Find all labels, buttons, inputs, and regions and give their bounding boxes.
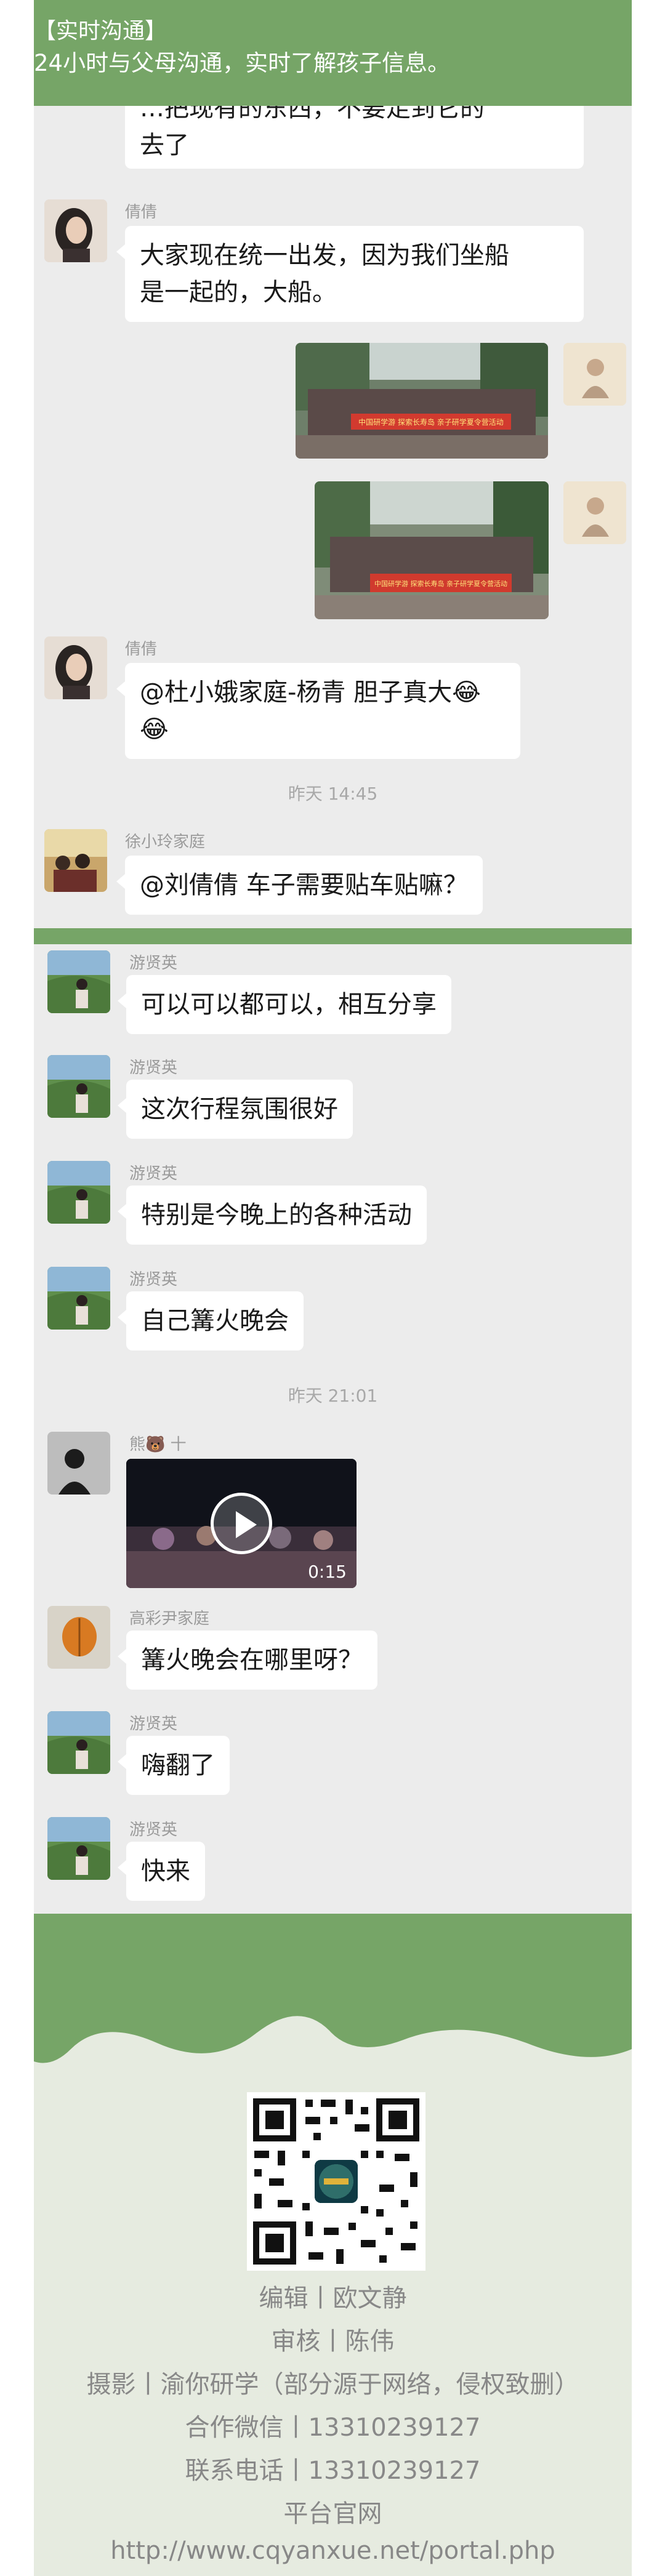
avatar-landscape-icon <box>47 1055 110 1118</box>
footer-reviewer: 审核丨陈伟 <box>271 2327 395 2356</box>
sender-name: 游贤英 <box>129 1270 178 1289</box>
footer-phone: 联系电话丨13310239127 <box>185 2457 481 2485</box>
bubble-line: @杜小娥家庭-杨青 胆子真大😂 <box>140 674 506 711</box>
svg-text:中国研学游 探索长寿岛 亲子研学夏令营活动: 中国研学游 探索长寿岛 亲子研学夏令营活动 <box>358 417 504 427</box>
avatar-silhouette-icon <box>47 1432 110 1495</box>
avatar[interactable] <box>44 829 107 892</box>
avatar-figure-icon <box>563 481 626 544</box>
qr-code-image <box>247 2092 425 2271</box>
avatar-landscape-icon <box>47 1161 110 1224</box>
chat-bubble[interactable]: 可以可以都可以，相互分享 <box>118 975 451 1034</box>
section-divider <box>34 928 632 944</box>
chat-bubble[interactable]: 自己篝火晚会 <box>118 1291 304 1350</box>
sender-name: 熊🐻 十 <box>129 1435 187 1454</box>
sender-name: 倩倩 <box>125 640 158 659</box>
qr-code[interactable] <box>247 2092 425 2271</box>
sender-name: 高彩尹家庭 <box>129 1610 210 1628</box>
sender-name: 游贤英 <box>129 1821 178 1839</box>
avatar-family-icon <box>44 829 107 892</box>
avatar-landscape-icon <box>47 1817 110 1880</box>
group-photo-image: 中国研学游 探索长寿岛 亲子研学夏令营活动 <box>296 343 548 459</box>
avatar[interactable] <box>47 1161 110 1224</box>
bubble-text: @杜小娥家庭-杨青 胆子真大 <box>140 678 453 707</box>
avatar[interactable] <box>47 1267 110 1330</box>
header-banner: 【实时沟通】 24小时与父母沟通，实时了解孩子信息。 <box>34 0 632 106</box>
avatar-landscape-icon <box>47 950 110 1013</box>
sender-name: 游贤英 <box>129 1165 178 1183</box>
footer-wave <box>34 1975 632 2086</box>
chat-bubble-partial: …把现有的东西，不要走到它的 去了 <box>125 106 584 169</box>
video-duration: 0:15 <box>308 1562 347 1582</box>
sender-name: 游贤英 <box>129 954 178 973</box>
avatar-figure-icon <box>563 343 626 406</box>
chat-timestamp: 昨天 21:01 <box>288 1386 378 1406</box>
chat-bubble[interactable]: 特别是今晚上的各种活动 <box>118 1186 427 1245</box>
bubble-line: 是一起的，大船。 <box>140 278 337 307</box>
avatar[interactable] <box>44 636 107 699</box>
avatar[interactable] <box>47 1055 110 1118</box>
avatar-self[interactable] <box>563 343 626 406</box>
footer-editor: 编辑丨欧文静 <box>259 2284 407 2313</box>
wave-decoration <box>34 1975 632 2086</box>
chat-bubble[interactable]: @杜小娥家庭-杨青 胆子真大😂 😂 <box>116 663 520 759</box>
footer-wechat: 合作微信丨13310239127 <box>185 2413 481 2442</box>
sender-name: 游贤英 <box>129 1715 178 1733</box>
chat-bubble[interactable]: 嗨翻了 <box>118 1736 230 1795</box>
header-title: 【实时沟通】 <box>34 18 167 44</box>
avatar-landscape-icon <box>47 1267 110 1330</box>
sender-name: 倩倩 <box>125 203 158 222</box>
avatar-woman-icon <box>44 636 107 699</box>
laugh-cry-emoji-icon: 😂 <box>140 715 169 744</box>
avatar-landscape-icon <box>47 1711 110 1774</box>
avatar[interactable] <box>47 1711 110 1774</box>
avatar-leaf-icon <box>47 1606 110 1669</box>
play-icon[interactable] <box>211 1493 272 1554</box>
avatar-woman-icon <box>44 199 107 262</box>
footer-band <box>34 1914 632 1975</box>
chat-bubble[interactable]: @刘倩倩 车子需要贴车贴嘛？ <box>116 856 483 915</box>
header-subtitle: 24小时与父母沟通，实时了解孩子信息。 <box>34 50 451 76</box>
svg-text:中国研学游 探索长寿岛 亲子研学夏令营活动: 中国研学游 探索长寿岛 亲子研学夏令营活动 <box>374 579 507 588</box>
avatar[interactable] <box>47 950 110 1013</box>
avatar[interactable] <box>47 1432 110 1495</box>
chat-screenshot-1: …把现有的东西，不要走到它的 去了 倩倩 大家现在统一出发，因为我们坐船 是一起… <box>34 106 632 928</box>
chat-bubble[interactable]: 快来 <box>118 1842 205 1901</box>
group-photo-2[interactable]: 中国研学游 探索长寿岛 亲子研学夏令营活动 <box>315 481 549 619</box>
sender-name: 游贤英 <box>129 1059 178 1077</box>
chat-bubble[interactable]: 大家现在统一出发，因为我们坐船 是一起的，大船。 <box>116 226 584 322</box>
avatar[interactable] <box>47 1817 110 1880</box>
group-photo-image: 中国研学游 探索长寿岛 亲子研学夏令营活动 <box>315 481 549 619</box>
avatar[interactable] <box>44 199 107 262</box>
avatar-self[interactable] <box>563 481 626 544</box>
chat-timestamp: 昨天 14:45 <box>288 784 378 804</box>
bubble-line: …把现有的东西，不要走到它的 <box>140 106 485 122</box>
sender-name: 徐小玲家庭 <box>125 833 206 851</box>
avatar[interactable] <box>47 1606 110 1669</box>
group-photo-1[interactable]: 中国研学游 探索长寿岛 亲子研学夏令营活动 <box>296 343 548 459</box>
chat-bubble[interactable]: 这次行程氛围很好 <box>118 1080 353 1139</box>
laugh-cry-emoji-icon: 😂 <box>452 678 481 707</box>
video-message[interactable]: 0:15 <box>126 1459 357 1588</box>
footer-site-label: 平台官网 <box>283 2500 382 2528</box>
bubble-line: 大家现在统一出发，因为我们坐船 <box>140 241 509 270</box>
bubble-line: 去了 <box>140 131 189 159</box>
footer-url-link[interactable]: http://www.cqyanxue.net/portal.php <box>34 2537 632 2565</box>
footer: 编辑丨欧文静 审核丨陈伟 摄影丨渝你研学（部分源于网络，侵权致删） 合作微信丨1… <box>34 2086 632 2576</box>
chat-screenshot-2: 游贤英 可以可以都可以，相互分享 游贤英 这次行程氛围很好 游贤英 特别是今晚上… <box>34 944 632 1914</box>
chat-bubble[interactable]: 篝火晚会在哪里呀？ <box>118 1631 377 1690</box>
footer-photo-credit: 摄影丨渝你研学（部分源于网络，侵权致删） <box>86 2370 579 2399</box>
